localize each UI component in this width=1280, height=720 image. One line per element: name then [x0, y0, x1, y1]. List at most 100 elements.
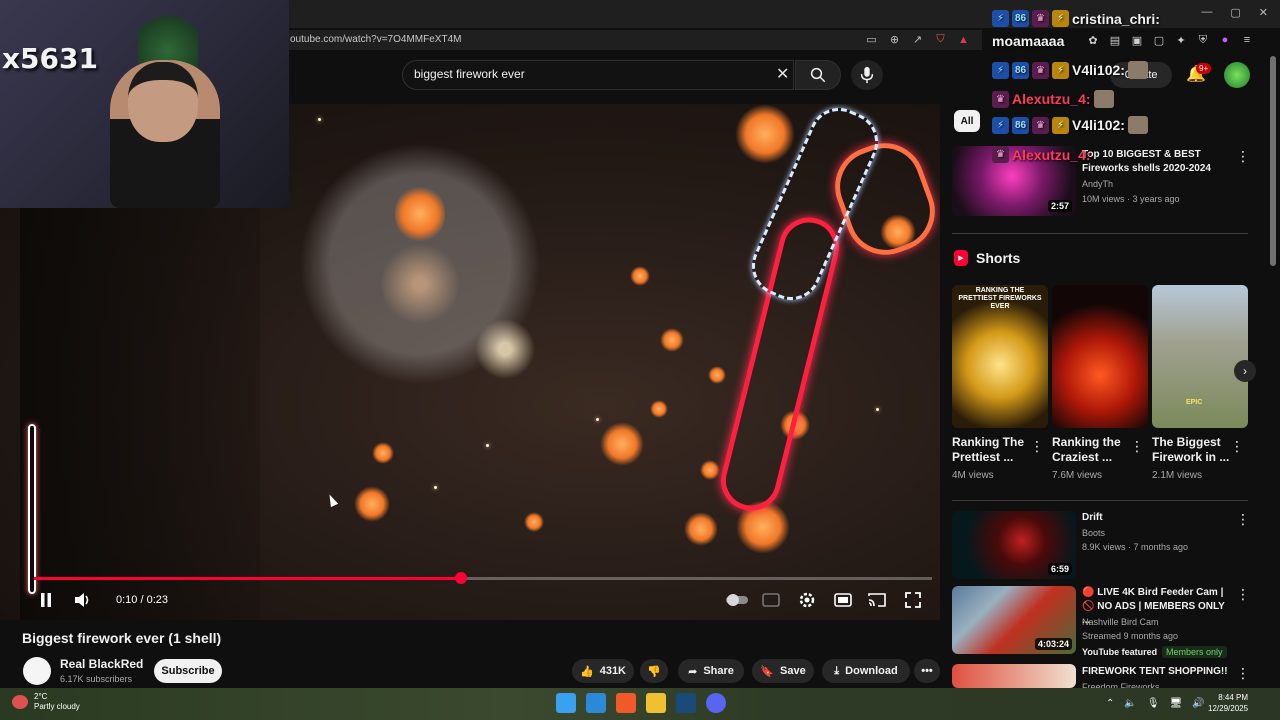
- short-thumbnail-text: [1052, 285, 1148, 289]
- rec-title[interactable]: Top 10 BIGGEST & BEST Fireworks shells 2…: [1082, 148, 1232, 176]
- rec-thumbnail[interactable]: 6:59: [952, 511, 1076, 579]
- rec-channel[interactable]: Boots: [1082, 527, 1105, 540]
- more-vertical-icon[interactable]: ⋮: [1130, 438, 1144, 455]
- video-title: Biggest firework ever (1 shell): [22, 630, 222, 646]
- short-title[interactable]: The Biggest Firework in ...: [1152, 435, 1230, 465]
- more-vertical-icon[interactable]: ⋮: [1236, 148, 1250, 165]
- close-icon[interactable]: ✕: [1259, 6, 1268, 19]
- menu-icon[interactable]: ≡: [1239, 32, 1255, 48]
- vpn-icon[interactable]: ⛨: [1195, 32, 1211, 48]
- like-count: 431K: [599, 665, 626, 677]
- firework-burst: [372, 442, 394, 464]
- theater-mode-button[interactable]: [832, 590, 854, 610]
- pause-button[interactable]: [36, 590, 56, 610]
- sidebar-icon[interactable]: ▣: [1129, 32, 1145, 48]
- fullscreen-button[interactable]: [902, 590, 924, 610]
- chevron-right-icon: ›: [1243, 364, 1247, 378]
- share-button[interactable]: ➦ Share: [678, 659, 744, 683]
- search-button[interactable]: [795, 60, 841, 90]
- channel-avatar[interactable]: [23, 657, 51, 685]
- taskbar-clock[interactable]: 8:44 PM 12/29/2025: [1208, 692, 1248, 714]
- steam-icon[interactable]: [676, 693, 696, 713]
- rec-thumbnail[interactable]: [952, 664, 1076, 688]
- rec-title[interactable]: FIREWORK TENT SHOPPING!!: [1082, 665, 1228, 679]
- rec-channel[interactable]: AndyTh: [1082, 178, 1113, 191]
- short-thumbnail[interactable]: EPIC: [1152, 285, 1248, 428]
- microphone-tray-icon[interactable]: 🎙: [1147, 698, 1160, 709]
- search-query[interactable]: biggest firework ever: [414, 67, 525, 81]
- share-icon[interactable]: ↗: [910, 32, 925, 47]
- extension-icon[interactable]: ▤: [1107, 32, 1123, 48]
- minimize-icon[interactable]: —: [1201, 6, 1212, 19]
- chat-badge-icon: ⚡: [1052, 116, 1069, 134]
- download-label: Download: [845, 665, 898, 677]
- discord-icon[interactable]: [706, 693, 726, 713]
- webcam-overlay-text: x5631: [2, 42, 98, 75]
- page-scrollbar[interactable]: [1270, 56, 1276, 266]
- shorts-next-button[interactable]: ›: [1234, 360, 1256, 382]
- volume-tray-icon[interactable]: 🔊: [1192, 698, 1204, 709]
- save-button[interactable]: 🔖 Save: [752, 659, 814, 683]
- widgets-icon[interactable]: [586, 693, 606, 713]
- download-button[interactable]: ⤓ Download: [822, 659, 910, 683]
- zoom-icon[interactable]: ⊕: [887, 32, 902, 47]
- subscribe-button[interactable]: Subscribe: [154, 659, 222, 683]
- firework-burst: [354, 486, 390, 522]
- brave-shield-icon[interactable]: ⛉: [933, 32, 948, 47]
- extension-icon[interactable]: ✿: [1085, 32, 1101, 48]
- short-thumbnail-text: EPIC: [1186, 399, 1203, 406]
- captions-button[interactable]: [760, 590, 782, 610]
- channel-name[interactable]: Real BlackRed: [60, 657, 143, 671]
- chevron-up-icon[interactable]: ⌃: [1106, 698, 1114, 709]
- chat-badge-icon: ♛: [1032, 116, 1049, 134]
- more-actions-button[interactable]: •••: [914, 659, 940, 683]
- like-button[interactable]: 👍 431K: [572, 659, 634, 683]
- firework-burst: [395, 184, 445, 244]
- progress-bar[interactable]: [34, 572, 932, 584]
- firework-spark: [318, 118, 321, 121]
- short-title[interactable]: Ranking The Prettiest ...: [952, 435, 1030, 465]
- clear-search-icon[interactable]: ✕: [776, 64, 789, 84]
- leo-icon[interactable]: ●: [1217, 32, 1233, 48]
- brave-browser-icon[interactable]: [616, 693, 636, 713]
- captions-icon: [762, 593, 780, 607]
- rec-meta: Streamed 9 months ago: [1082, 631, 1179, 641]
- dislike-button[interactable]: 👎: [640, 659, 668, 683]
- extension-icon[interactable]: ✦: [1173, 32, 1189, 48]
- wallet-icon[interactable]: ▢: [1151, 32, 1167, 48]
- chip-all[interactable]: All: [954, 110, 980, 132]
- address-url[interactable]: outube.com/watch?v=7O4MMFeXT4M: [290, 34, 461, 45]
- thumbs-down-icon: 👎: [647, 665, 661, 678]
- settings-button[interactable]: [796, 590, 818, 610]
- file-explorer-icon[interactable]: [646, 693, 666, 713]
- install-icon[interactable]: ▭: [864, 32, 879, 47]
- bookmark-icon: 🔖: [760, 665, 774, 678]
- rec-thumbnail[interactable]: 4:03:24: [952, 586, 1076, 654]
- short-thumbnail[interactable]: [1052, 285, 1148, 428]
- chat-message: ♛ Alexutzu_4:: [992, 146, 1091, 163]
- maximize-icon[interactable]: ▢: [1230, 6, 1240, 19]
- divider: [952, 500, 1248, 501]
- monitor-icon[interactable]: 🖥: [1170, 698, 1183, 709]
- windows-start-icon[interactable]: [556, 693, 576, 713]
- cast-button[interactable]: [866, 590, 888, 610]
- more-vertical-icon[interactable]: ⋮: [1236, 511, 1250, 528]
- more-vertical-icon[interactable]: ⋮: [1236, 586, 1250, 603]
- rec-channel[interactable]: Nashville Bird Cam: [1082, 616, 1159, 629]
- account-avatar[interactable]: [1224, 62, 1250, 88]
- short-thumbnail[interactable]: RANKING THE PRETTIEST FIREWORKS EVER: [952, 285, 1048, 428]
- volume-button[interactable]: [72, 590, 94, 610]
- brave-rewards-icon[interactable]: ▲: [956, 32, 971, 47]
- shorts-logo-icon: ▶: [954, 250, 968, 266]
- more-vertical-icon[interactable]: ⋮: [1236, 665, 1250, 682]
- autoplay-toggle[interactable]: [726, 590, 748, 610]
- rec-title[interactable]: Drift: [1082, 511, 1103, 525]
- more-vertical-icon[interactable]: ⋮: [1030, 438, 1044, 455]
- weather-widget[interactable]: 2°C Partly cloudy: [12, 692, 80, 712]
- more-vertical-icon[interactable]: ⋮: [1230, 438, 1244, 455]
- voice-search-button[interactable]: [851, 60, 883, 90]
- search-icon: [810, 67, 826, 83]
- speaker-icon[interactable]: 🔈: [1124, 698, 1136, 709]
- short-title[interactable]: Ranking the Craziest ...: [1052, 435, 1130, 465]
- address-actions: ▭ ⊕ ↗ ⛉ ▲: [864, 32, 971, 47]
